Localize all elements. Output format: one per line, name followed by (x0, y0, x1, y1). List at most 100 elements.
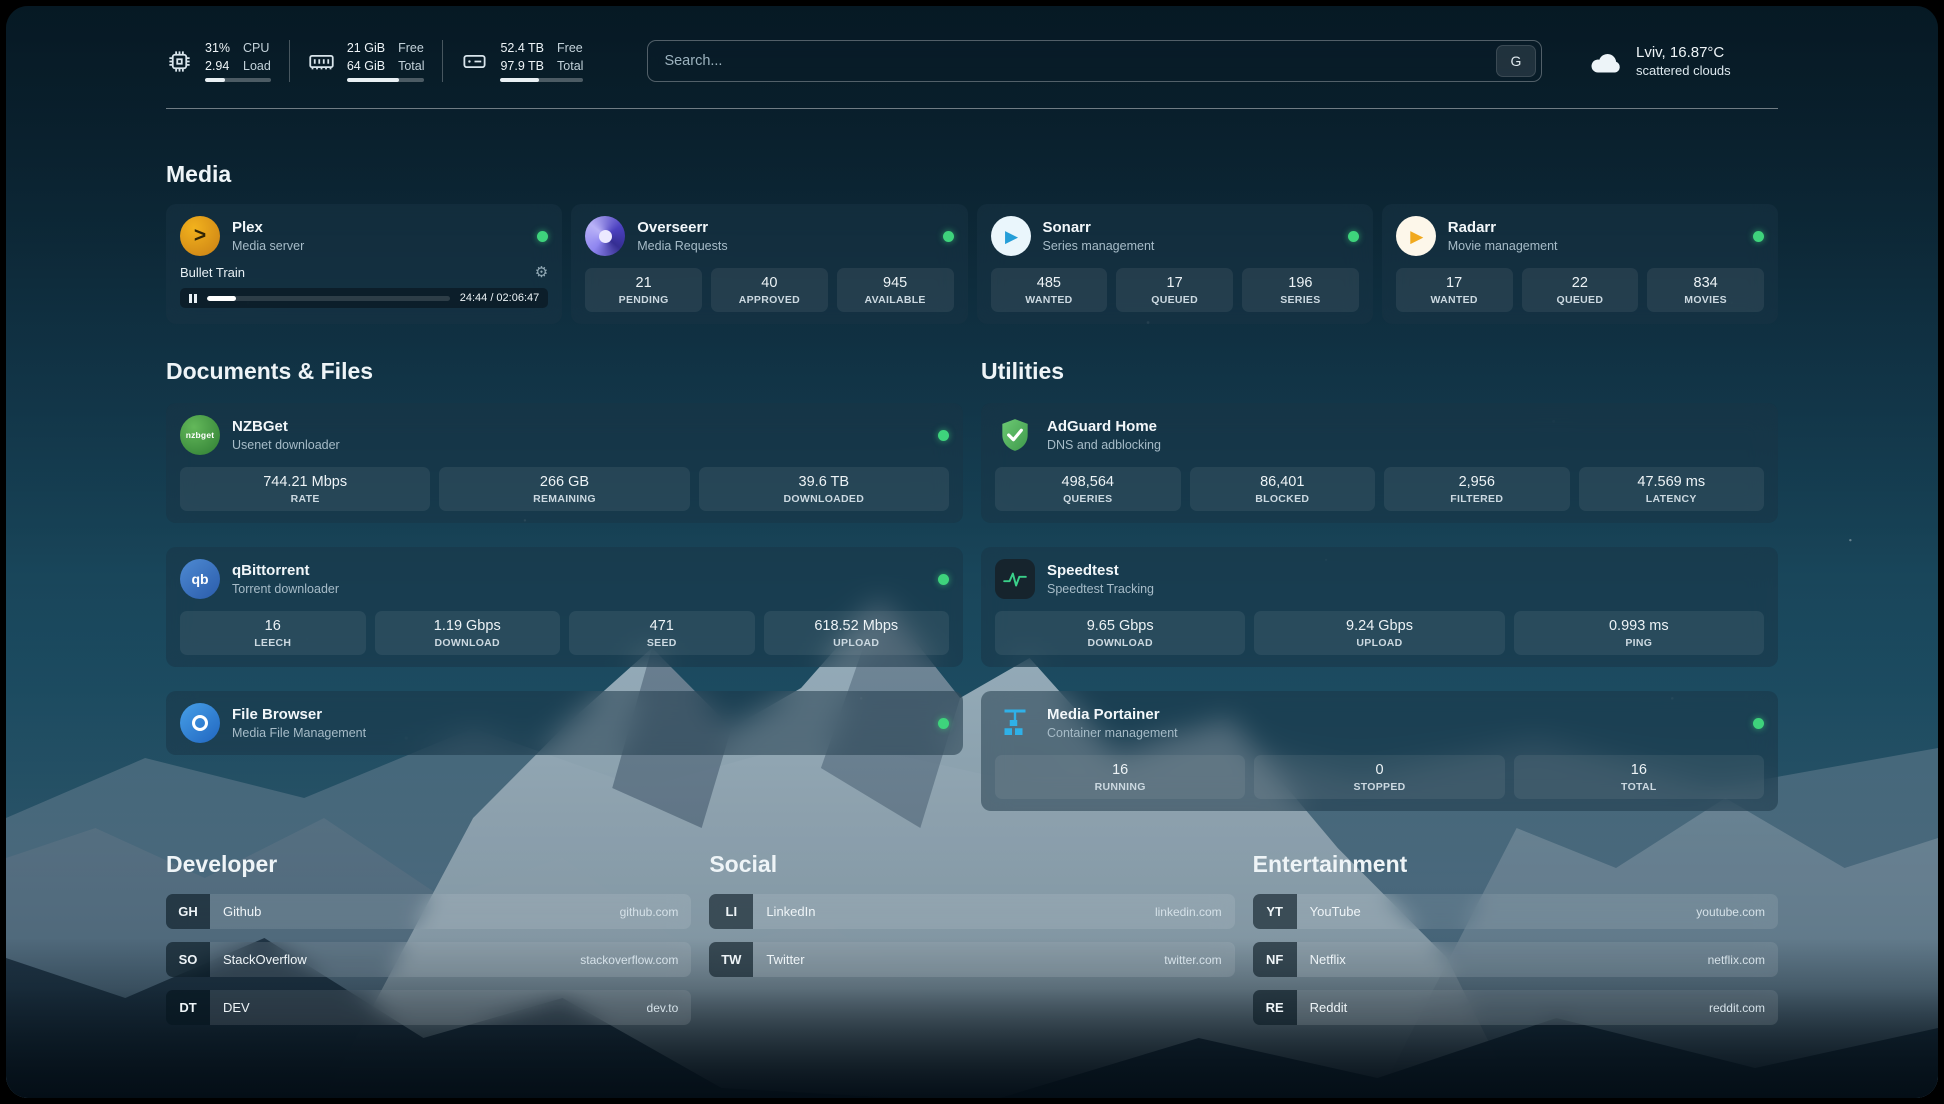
card-overseerr[interactable]: Overseerr Media Requests 21PENDING 40APP… (571, 204, 967, 324)
bookmark-dev[interactable]: DT DEV dev.to (166, 990, 691, 1025)
card-filebrowser[interactable]: File Browser Media File Management (166, 691, 963, 755)
app-desc: Usenet downloader (232, 438, 340, 452)
app-name: Overseerr (637, 219, 727, 237)
bookmark-url: linkedin.com (1155, 905, 1222, 919)
bookmark-abbr: TW (709, 942, 753, 977)
bookmark-abbr: LI (709, 894, 753, 929)
bookmark-name: LinkedIn (766, 904, 815, 919)
card-qbittorrent[interactable]: qb qBittorrent Torrent downloader 16LEEC… (166, 547, 963, 667)
status-dot (943, 231, 954, 242)
cpu-chip-icon (166, 48, 193, 75)
bookmark-group-social: Social LI LinkedIn linkedin.com TW Twitte… (709, 811, 1234, 1038)
bookmark-url: dev.to (647, 1001, 679, 1015)
cpu-label: CPU (243, 40, 271, 56)
bookmark-name: DEV (223, 1000, 250, 1015)
plex-chevron-glyph: > (194, 225, 206, 246)
disk-icon (461, 48, 488, 75)
card-sonarr[interactable]: ▶ Sonarr Series management 485WANTED 17Q… (977, 204, 1373, 324)
section-heading-developer: Developer (166, 851, 691, 878)
app-name: Speedtest (1047, 562, 1154, 580)
app-desc: Series management (1043, 239, 1155, 253)
portainer-icon (995, 703, 1035, 743)
bookmark-linkedin[interactable]: LI LinkedIn linkedin.com (709, 894, 1234, 929)
section-heading-social: Social (709, 851, 1234, 878)
plex-player-bar: 24:44 / 02:06:47 (180, 288, 548, 308)
cpu-progress-bar (205, 78, 271, 82)
card-radarr[interactable]: ▶ Radarr Movie management 17WANTED 22QUE… (1382, 204, 1778, 324)
ram-free-value: 21 GiB (347, 40, 385, 56)
app-name: Plex (232, 219, 304, 237)
bookmark-reddit[interactable]: RE Redditreddit.com (1253, 990, 1778, 1025)
stat-box: 17QUEUED (1116, 268, 1233, 312)
bookmark-abbr: DT (166, 990, 210, 1025)
adguard-shield-icon (995, 415, 1035, 455)
bookmark-twitter[interactable]: TW Twittertwitter.com (709, 942, 1234, 977)
weather-condition: scattered clouds (1636, 63, 1731, 78)
disk-total-value: 97.9 TB (500, 58, 544, 74)
playback-time: 24:44 / 02:06:47 (460, 292, 540, 304)
bookmark-url: reddit.com (1709, 1001, 1765, 1015)
plex-icon: > (180, 216, 220, 256)
bookmark-youtube[interactable]: YT YouTubeyoutube.com (1253, 894, 1778, 929)
section-heading-documents: Documents & Files (166, 358, 963, 385)
play-glyph: ▶ (1410, 228, 1423, 245)
weather-widget: Lviv, 16.87°C scattered clouds (1588, 44, 1778, 78)
disk-free-label: Free (557, 40, 583, 56)
stat-box: 21PENDING (585, 268, 702, 312)
cpu-percent: 31% (205, 40, 230, 56)
bookmark-stackoverflow[interactable]: SO StackOverflowstackoverflow.com (166, 942, 691, 977)
search-input[interactable] (648, 53, 1496, 69)
system-monitors: 31% CPU 2.94 Load (166, 40, 601, 82)
gear-icon[interactable]: ⚙ (535, 265, 548, 280)
stat-box: 485WANTED (991, 268, 1108, 312)
card-adguard[interactable]: AdGuard Home DNS and adblocking 498,564Q… (981, 403, 1778, 523)
dashboard-screen: 31% CPU 2.94 Load (6, 6, 1938, 1098)
stat-box: 17WANTED (1396, 268, 1513, 312)
documents-column: Documents & Files nzbget NZBGet Usenet d… (166, 324, 963, 755)
bookmark-url: youtube.com (1696, 905, 1765, 919)
play-glyph: ▶ (1005, 228, 1018, 245)
stat-box: 618.52 MbpsUPLOAD (764, 611, 950, 655)
utilities-column: Utilities (981, 324, 1778, 811)
app-desc: Speedtest Tracking (1047, 582, 1154, 596)
pause-icon[interactable] (189, 294, 197, 303)
now-playing-row: Bullet Train ⚙ (180, 265, 548, 280)
bookmark-url: netflix.com (1708, 953, 1765, 967)
bookmark-url: stackoverflow.com (580, 953, 678, 967)
status-dot (1348, 231, 1359, 242)
sonarr-icon: ▶ (991, 216, 1031, 256)
ram-total-label: Total (398, 58, 424, 74)
card-nzbget[interactable]: nzbget NZBGet Usenet downloader 744.21 M… (166, 403, 963, 523)
stat-box: 39.6 TBDOWNLOADED (699, 467, 949, 511)
ram-progress-bar (347, 78, 425, 82)
stat-box: 86,401BLOCKED (1190, 467, 1376, 511)
stat-box: 945AVAILABLE (837, 268, 954, 312)
status-dot (938, 430, 949, 441)
stat-box: 40APPROVED (711, 268, 828, 312)
bookmark-name: Netflix (1310, 952, 1346, 967)
section-heading-entertainment: Entertainment (1253, 851, 1778, 878)
bookmark-url: github.com (620, 905, 679, 919)
search-provider-button[interactable]: G (1496, 45, 1536, 77)
status-dot (1753, 231, 1764, 242)
status-dot (938, 718, 949, 729)
stat-box: 16TOTAL (1514, 755, 1764, 799)
disk-total-label: Total (557, 58, 583, 74)
card-portainer[interactable]: Media Portainer Container management 16R… (981, 691, 1778, 811)
disk-monitor: 52.4 TB Free 97.9 TB Total (442, 40, 601, 82)
bookmark-abbr: YT (1253, 894, 1297, 929)
card-speedtest[interactable]: Speedtest Speedtest Tracking 9.65 GbpsDO… (981, 547, 1778, 667)
ram-icon (308, 48, 335, 75)
nzbget-icon: nzbget (180, 415, 220, 455)
bookmark-github[interactable]: GH Githubgithub.com (166, 894, 691, 929)
card-plex[interactable]: > Plex Media server Bullet Train ⚙ 24:44… (166, 204, 562, 324)
stat-box: 834MOVIES (1647, 268, 1764, 312)
playback-progress[interactable] (207, 296, 450, 301)
stat-box: 744.21 MbpsRATE (180, 467, 430, 511)
disk-free-value: 52.4 TB (500, 40, 544, 56)
bookmark-netflix[interactable]: NF Netflixnetflix.com (1253, 942, 1778, 977)
app-desc: Torrent downloader (232, 582, 339, 596)
stat-box: 9.65 GbpsDOWNLOAD (995, 611, 1245, 655)
ram-total-value: 64 GiB (347, 58, 385, 74)
bookmark-group-entertainment: Entertainment YT YouTubeyoutube.com NF N… (1253, 811, 1778, 1038)
